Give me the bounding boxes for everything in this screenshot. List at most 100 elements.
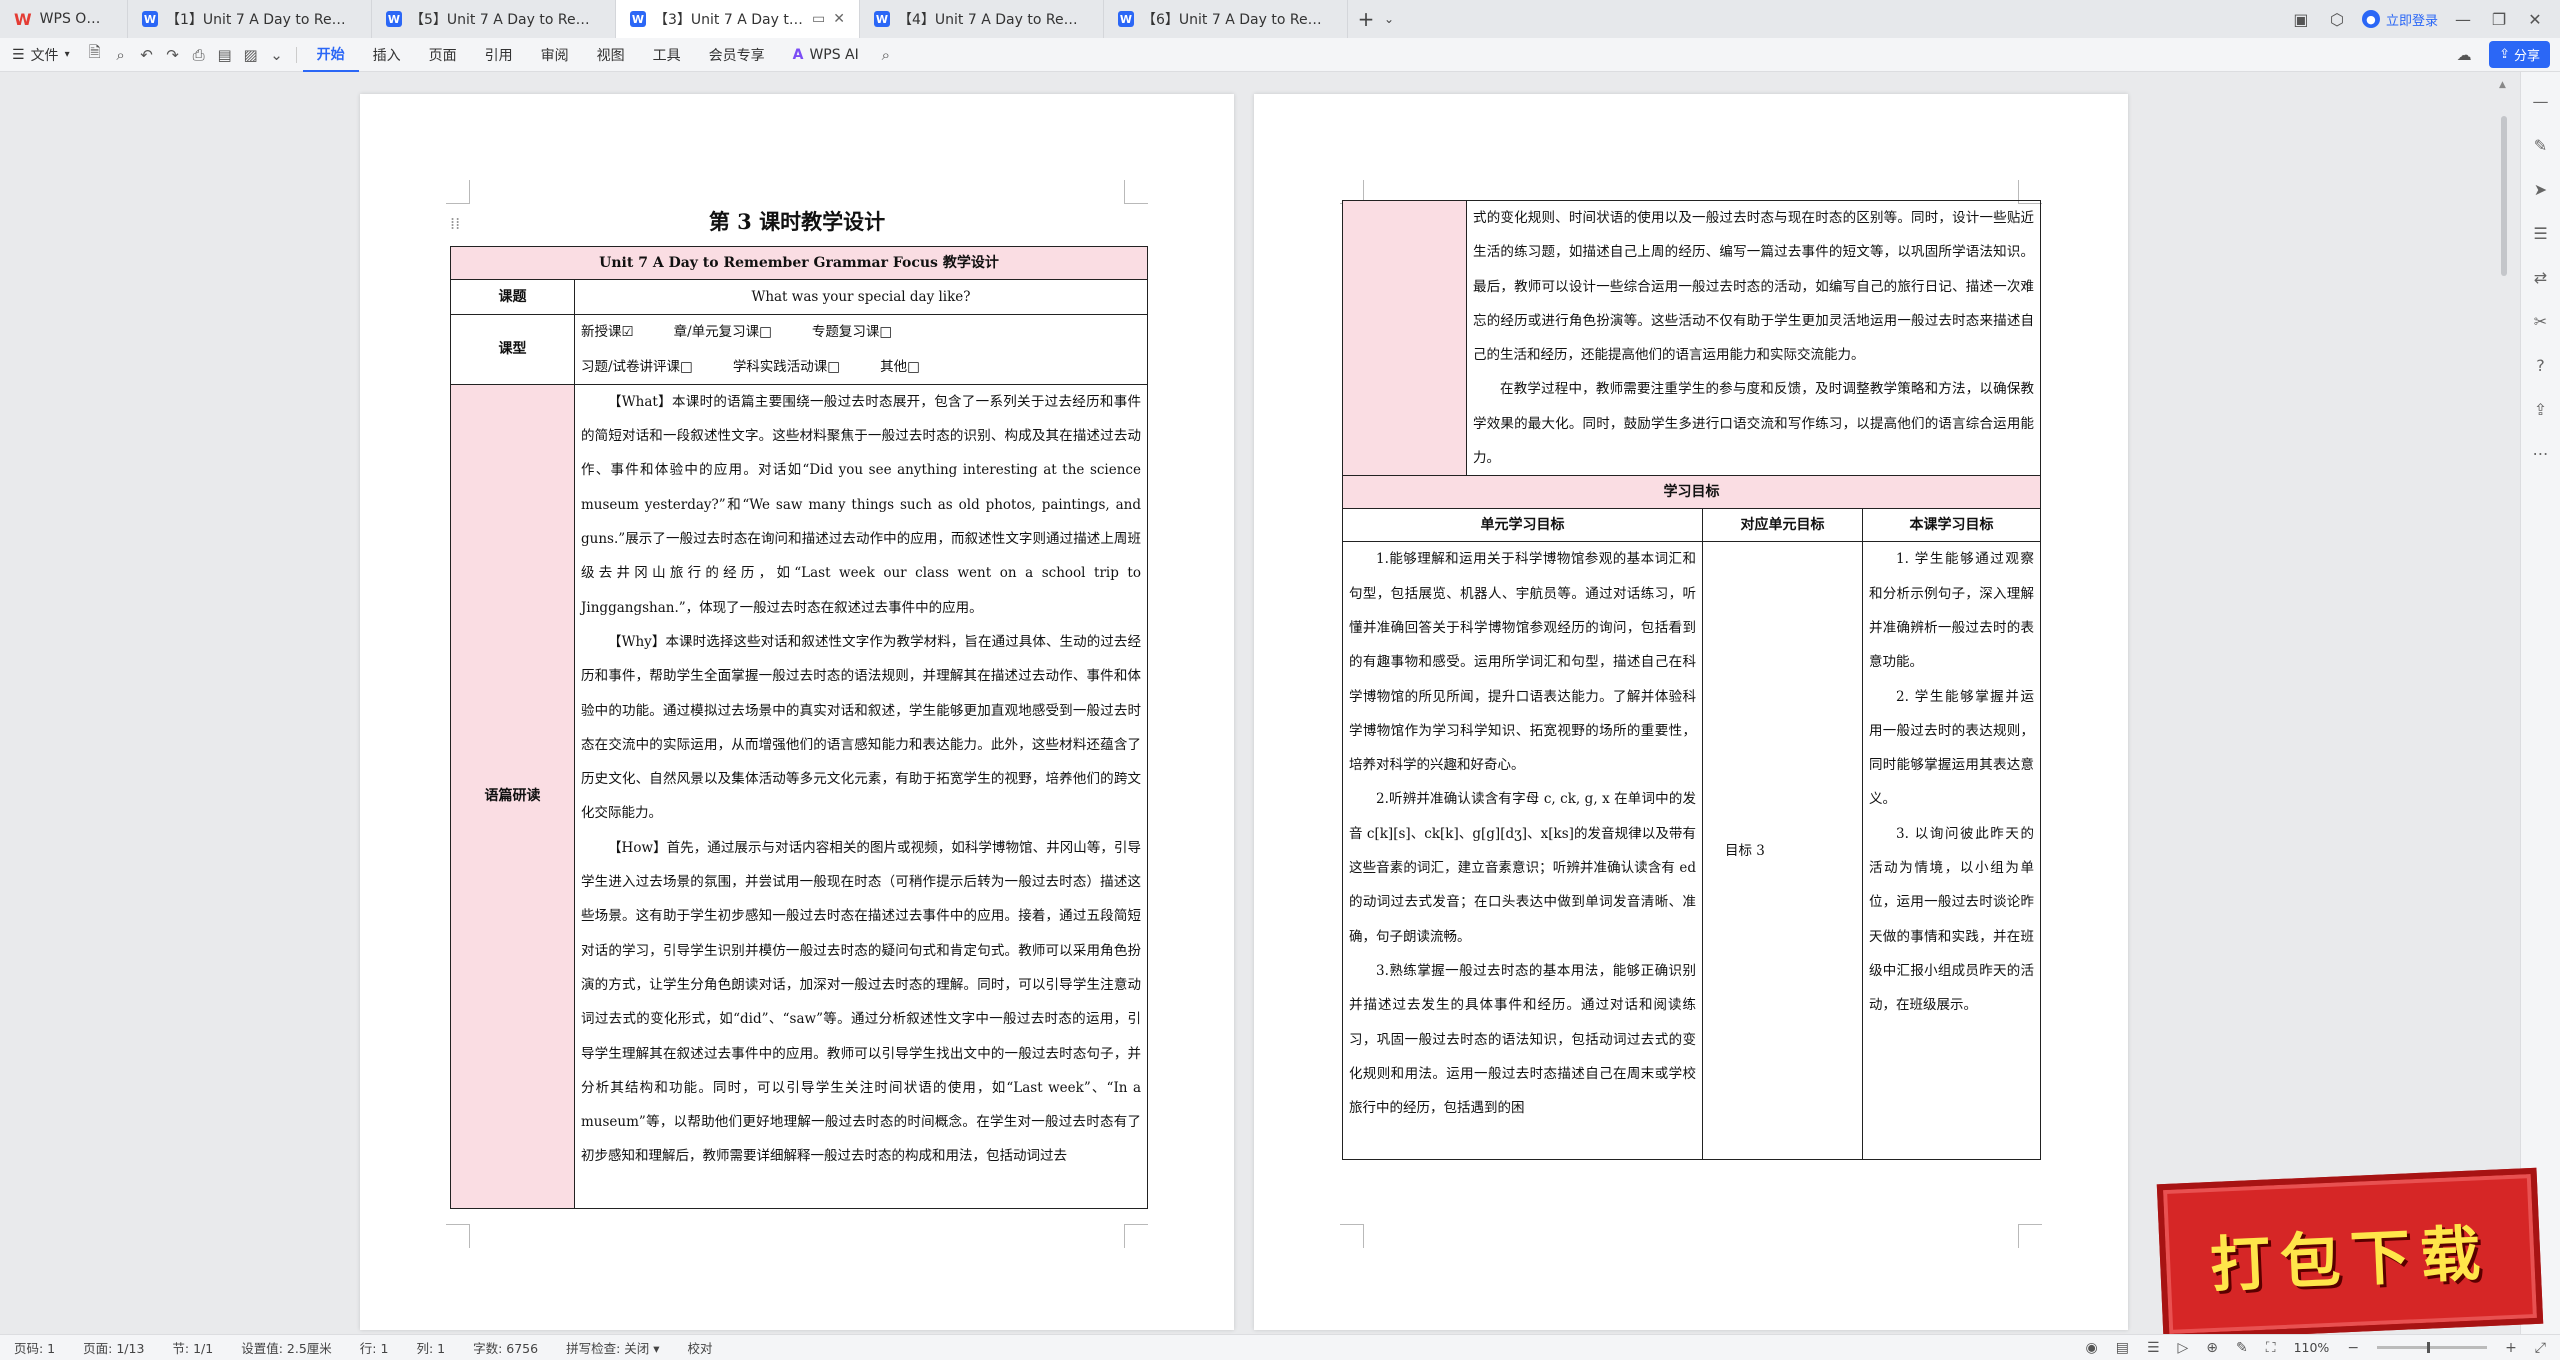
help-icon[interactable]: ? xyxy=(2530,354,2552,376)
new-tab-plus-icon[interactable]: + xyxy=(1348,7,1384,31)
status-page-number[interactable]: 页码: 1 xyxy=(14,1338,55,1357)
status-spell-check[interactable]: 拼写检查: 关闭 ▾ xyxy=(566,1338,659,1357)
image-icon[interactable]: ▨ xyxy=(238,42,264,68)
wps-logo-icon: W xyxy=(14,9,32,29)
tab-doc-3-active[interactable]: W 【3】Unit 7 A Day to Remem ▭ ✕ xyxy=(616,0,860,38)
tab-doc-6[interactable]: W 【6】Unit 7 A Day to Remember 新 xyxy=(1104,0,1348,38)
option-other[interactable]: 其他□ xyxy=(880,350,920,384)
status-word-count[interactable]: 字数: 6756 xyxy=(473,1338,538,1357)
tab-list-chevron-icon[interactable]: ⌄ xyxy=(1384,12,1404,26)
table-header[interactable]: Unit 7 A Day to Remember Grammar Focus 教… xyxy=(450,246,1148,280)
lesson-goals-cell[interactable]: 1. 学生能够通过观察和分析示例句子，深入理解并准确辨析一般过去时的表意功能。 … xyxy=(1861,541,2042,1161)
status-col[interactable]: 列: 1 xyxy=(416,1338,445,1357)
login-button[interactable]: ● 立即登录 xyxy=(2361,10,2438,29)
writer-doc-icon: W xyxy=(1118,11,1134,27)
redo-icon[interactable]: ↷ xyxy=(160,42,186,68)
type-options[interactable]: 新授课☑ 章/单元复习课□ 专题复习课□ 习题/试卷讲评课□ 学科实践活动课□ … xyxy=(574,314,1148,385)
share-icon[interactable]: ⇪ xyxy=(2530,398,2552,420)
tab-label: 【3】Unit 7 A Day to Remem xyxy=(654,12,804,28)
download-package-badge[interactable]: 打包下载 xyxy=(2156,1167,2544,1341)
fit-page-icon[interactable]: ⤢ xyxy=(2535,1340,2546,1356)
zoom-level[interactable]: 110% xyxy=(2294,1340,2330,1355)
outline-view-icon[interactable]: ☰ xyxy=(2147,1340,2160,1356)
cube-icon[interactable]: ⬡ xyxy=(2326,8,2348,30)
cursor-icon[interactable]: ➤ xyxy=(2530,178,2552,200)
translate-icon[interactable]: ⇄ xyxy=(2530,266,2552,288)
menu-tab-insert[interactable]: 插入 xyxy=(359,38,415,72)
page-view-icon[interactable]: ▤ xyxy=(2116,1340,2129,1356)
pen-icon[interactable]: ✎ xyxy=(2530,134,2552,156)
analysis-content[interactable]: 【What】本课时的语篇主要围绕一般过去时态展开，包含了一系列关于过去经历和事件… xyxy=(574,383,1148,1209)
eye-protection-icon[interactable]: ◉ xyxy=(2086,1340,2098,1356)
play-icon[interactable]: ▷ xyxy=(2178,1340,2189,1356)
tab-wps-office[interactable]: W WPS Office xyxy=(0,0,128,38)
file-menu[interactable]: ☰ 文件 ▾ xyxy=(0,45,82,65)
analysis-label[interactable]: 语篇研读 xyxy=(450,383,575,1209)
col-lesson-goals[interactable]: 本课学习目标 xyxy=(1861,508,2042,543)
corresponding-goal-cell[interactable]: 目标 3 xyxy=(1702,541,1863,1161)
minimize-icon[interactable]: — xyxy=(2452,8,2474,30)
option-exercise-review[interactable]: 习题/试卷讲评课□ xyxy=(581,350,693,384)
window-tile-icon[interactable]: ▣ xyxy=(2290,8,2312,30)
more-icon[interactable]: ⋯ xyxy=(2530,442,2552,464)
restore-icon[interactable]: ❐ xyxy=(2488,8,2510,30)
option-new-lesson[interactable]: 新授课☑ xyxy=(581,315,634,349)
menu-tab-page[interactable]: 页面 xyxy=(415,38,471,72)
undo-icon[interactable]: ↶ xyxy=(134,42,160,68)
wps-ai-button[interactable]: A WPS AI xyxy=(779,47,873,63)
learning-goals-header[interactable]: 学习目标 xyxy=(1341,475,2042,510)
status-proofread[interactable]: 校对 xyxy=(688,1338,713,1357)
status-row[interactable]: 行: 1 xyxy=(360,1338,389,1357)
web-view-icon[interactable]: ⊕ xyxy=(2206,1340,2218,1356)
collapse-icon[interactable]: — xyxy=(2530,90,2552,112)
scroll-up-icon[interactable]: ▲ xyxy=(2499,80,2506,90)
status-setting-value[interactable]: 设置值: 2.5厘米 xyxy=(241,1338,332,1357)
save-icon[interactable]: 🗎 xyxy=(82,42,108,68)
close-window-icon[interactable]: ✕ xyxy=(2524,8,2546,30)
settings-sliders-icon[interactable]: ☰ xyxy=(2530,222,2552,244)
analysis-continuation[interactable]: 式的变化规则、时间状语的使用以及一般过去时态与现在时态的区别等。同时，设计一些贴… xyxy=(1465,199,2042,477)
option-practice-activity[interactable]: 学科实践活动课□ xyxy=(733,350,840,384)
tools-icon[interactable]: ✂ xyxy=(2530,310,2552,332)
scrollbar-thumb[interactable] xyxy=(2501,116,2507,276)
right-sidebar: — ✎ ➤ ☰ ⇄ ✂ ? ⇪ ⋯ xyxy=(2520,72,2560,1342)
menu-tab-home[interactable]: 开始 xyxy=(302,38,359,72)
zoom-slider[interactable] xyxy=(2377,1342,2488,1353)
zoom-slider-knob[interactable] xyxy=(2427,1342,2431,1353)
lesson-title[interactable]: 第 3 课时教学设计 xyxy=(360,206,1234,236)
format-painter-icon[interactable]: ⌕ xyxy=(108,42,134,68)
menu-tab-review[interactable]: 审阅 xyxy=(527,38,583,72)
more-chevron-icon[interactable]: ⌄ xyxy=(264,42,290,68)
menu-tab-member[interactable]: 会员专享 xyxy=(695,38,779,72)
tab-doc-4[interactable]: W 【4】Unit 7 A Day to Remember 新 xyxy=(860,0,1104,38)
pdf-icon[interactable]: ▤ xyxy=(212,42,238,68)
status-section[interactable]: 节: 1/1 xyxy=(172,1338,213,1357)
unit-goals-cell[interactable]: 1.能够理解和运用关于科学博物馆参观的基本词汇和句型，包括展览、机器人、宇航员等… xyxy=(1342,541,1703,1161)
col-corresponding-goal[interactable]: 对应单元目标 xyxy=(1702,508,1863,543)
pen-mode-icon[interactable]: ✎ xyxy=(2236,1340,2248,1356)
topic-label[interactable]: 课题 xyxy=(450,278,575,316)
cloud-sync-icon[interactable]: ☁ xyxy=(2451,42,2477,68)
vertical-scrollbar[interactable]: ▲ xyxy=(2499,80,2508,1330)
status-page-count[interactable]: 页面: 1/13 xyxy=(83,1338,144,1357)
zoom-in-icon[interactable]: + xyxy=(2505,1340,2517,1356)
share-button[interactable]: ⇪ 分享 xyxy=(2489,41,2550,68)
menu-tab-tools[interactable]: 工具 xyxy=(639,38,695,72)
window-mode-icon[interactable]: ▭ xyxy=(812,11,825,27)
analysis-label-cell xyxy=(1342,199,1467,477)
search-icon[interactable]: ⌕ xyxy=(873,42,899,68)
fullscreen-icon[interactable]: ⛶ xyxy=(2266,1340,2276,1356)
menu-tab-references[interactable]: 引用 xyxy=(471,38,527,72)
close-tab-icon[interactable]: ✕ xyxy=(833,11,845,27)
tab-doc-1[interactable]: W 【1】Unit 7 A Day to Remember 新 xyxy=(128,0,372,38)
print-icon[interactable]: ⎙ xyxy=(186,42,212,68)
share-label: 分享 xyxy=(2513,49,2540,64)
type-label[interactable]: 课型 xyxy=(450,314,575,385)
menu-tab-view[interactable]: 视图 xyxy=(583,38,639,72)
option-unit-review[interactable]: 章/单元复习课□ xyxy=(674,315,772,349)
col-unit-goals[interactable]: 单元学习目标 xyxy=(1342,508,1703,543)
zoom-out-icon[interactable]: − xyxy=(2347,1340,2359,1356)
topic-value[interactable]: What was your special day like? xyxy=(574,278,1148,316)
option-topic-review[interactable]: 专题复习课□ xyxy=(812,315,892,349)
tab-doc-5[interactable]: W 【5】Unit 7 A Day to Remember 新 xyxy=(372,0,616,38)
